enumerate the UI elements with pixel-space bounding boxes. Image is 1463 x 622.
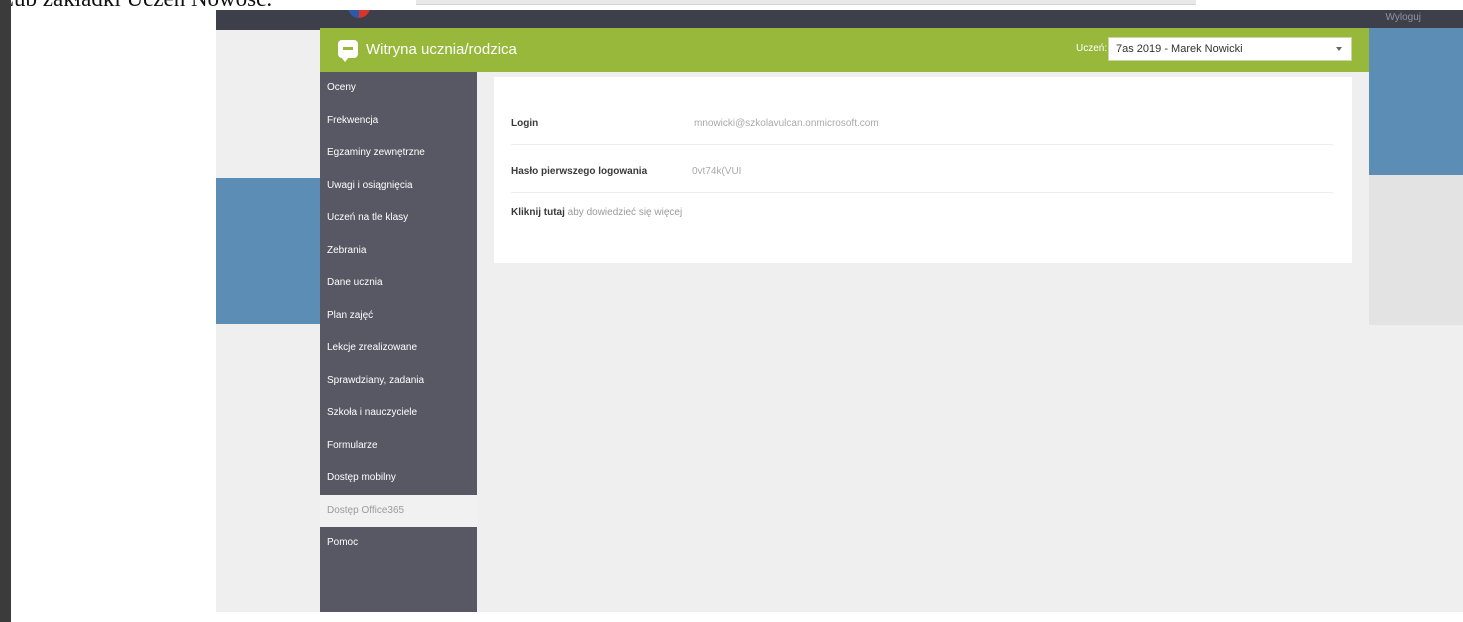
sidebar-item-pomoc[interactable]: Pomoc [320,527,477,560]
message-icon [338,40,358,62]
sidebar-item-zebrania[interactable]: Zebrania [320,235,477,268]
decor-blue-left [216,178,320,324]
sidebar-item-plan-zajec[interactable]: Plan zajęć [320,300,477,333]
chevron-down-icon [1336,47,1342,51]
sidebar-item-uwagi-i-osiagniecia[interactable]: Uwagi i osiągnięcia [320,170,477,203]
password-row: Hasło pierwszego logowania 0vt74k(VUI [511,145,1333,193]
decor-grey-right [1369,175,1463,325]
student-label: Uczeń: [1076,43,1108,54]
sidebar-menu: Oceny Frekwencja Egzaminy zewnętrzne Uwa… [320,72,477,612]
more-info-text: aby dowiedzieć się więcej [564,207,683,218]
login-row: Login mnowicki@szkolavulcan.onmicrosoft.… [511,97,1333,145]
sidebar-item-oceny[interactable]: Oceny [320,72,477,105]
sidebar-item-formularze[interactable]: Formularze [320,430,477,463]
app-top-bar: Wyloguj [216,10,1463,30]
school-logo [348,10,370,18]
sidebar-item-dostep-mobilny[interactable]: Dostęp mobilny [320,462,477,495]
password-value: 0vt74k(VUI [692,166,742,177]
browser-viewport: Wyloguj Witryna ucznia/rodzica Uczeń: 7a… [216,10,1463,612]
app-header: Witryna ucznia/rodzica Uczeń: 7as 2019 -… [320,28,1369,72]
click-here-link[interactable]: Kliknij tutaj [511,207,565,218]
logout-link[interactable]: Wyloguj [1386,12,1421,23]
office365-panel: Login mnowicki@szkolavulcan.onmicrosoft.… [494,77,1352,263]
sidebar-item-szkola-i-nauczyciele[interactable]: Szkoła i nauczyciele [320,397,477,430]
login-label: Login [511,118,539,129]
app-title: Witryna ucznia/rodzica [366,41,517,58]
password-label: Hasło pierwszego logowania [511,166,648,177]
student-select-value: 7as 2019 - Marek Nowicki [1116,43,1243,55]
sidebar-item-lekcje-zrealizowane[interactable]: Lekcje zrealizowane [320,332,477,365]
document-top-strip [416,0,1196,5]
sidebar-item-uczen-na-tle-klasy[interactable]: Uczeń na tle klasy [320,202,477,235]
sidebar-item-dostep-office365[interactable]: Dostęp Office365 [320,494,477,527]
sidebar-item-dane-ucznia[interactable]: Dane ucznia [320,267,477,300]
screenshot: Lub zakładki Uczeń Nowość. Wyloguj Witry… [0,0,1463,622]
decor-blue-right [1369,28,1463,175]
student-select[interactable]: 7as 2019 - Marek Nowicki [1108,37,1352,61]
sidebar-item-egzaminy-zewnetrzne[interactable]: Egzaminy zewnętrzne [320,137,477,170]
sidebar-item-sprawdziany-zadania[interactable]: Sprawdziany, zadania [320,365,477,398]
document-left-border [0,0,11,622]
login-value: mnowicki@szkolavulcan.onmicrosoft.com [694,118,879,129]
more-info-line: Kliknij tutaj aby dowiedzieć się więcej [511,207,682,218]
sidebar-item-frekwencja[interactable]: Frekwencja [320,105,477,138]
